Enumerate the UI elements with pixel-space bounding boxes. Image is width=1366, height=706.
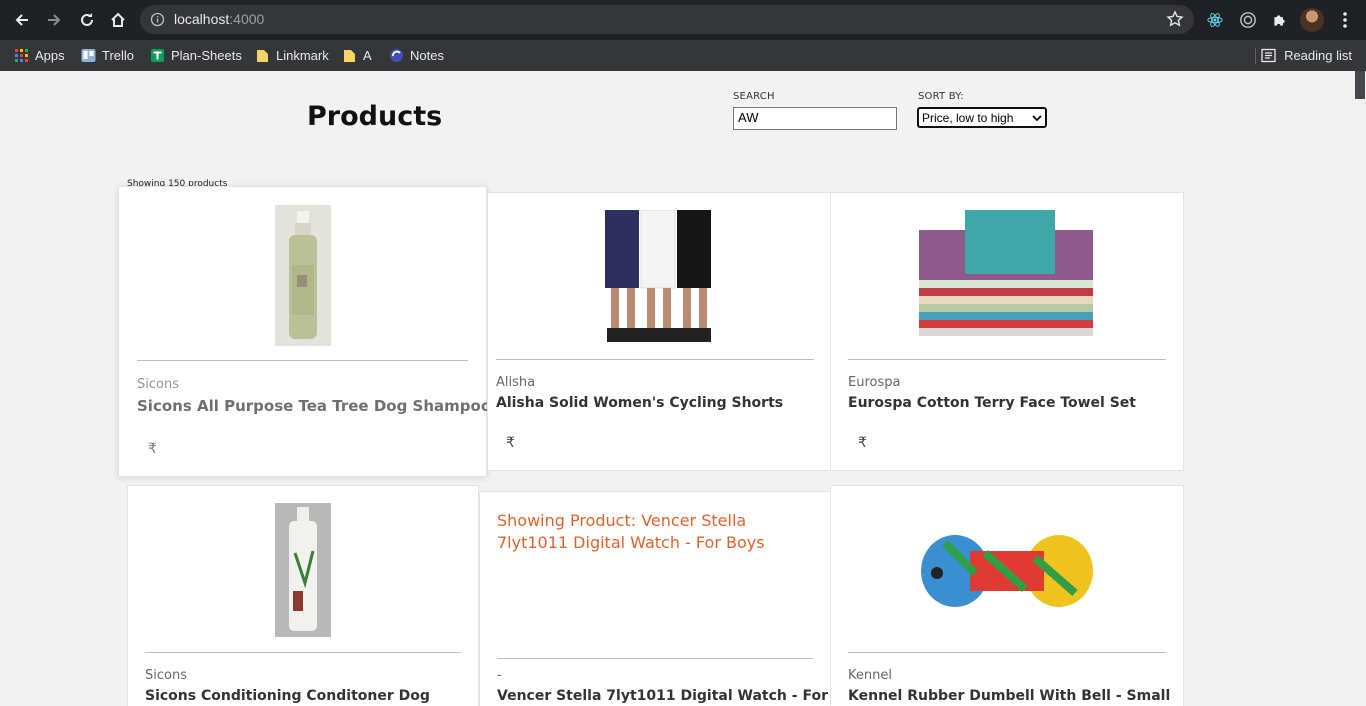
back-arrow-icon[interactable] xyxy=(10,8,34,32)
product-price: ₹ xyxy=(858,435,867,451)
react-devtools-icon[interactable] xyxy=(1205,10,1225,30)
broken-product-image[interactable]: Showing Product: Vencer Stella 7lyt1011 … xyxy=(497,510,817,554)
reading-list-label: Reading list xyxy=(1284,47,1352,63)
trello-icon xyxy=(81,48,96,62)
folder-icon xyxy=(257,49,268,62)
product-brand: Kennel xyxy=(848,668,892,683)
bookmark-label: Notes xyxy=(410,47,444,63)
bookmark-apps[interactable]: Apps xyxy=(14,45,65,65)
search-label: SEARCH xyxy=(733,91,775,102)
bookmark-label: Apps xyxy=(35,47,65,63)
product-name[interactable]: Vencer Stella 7lyt1011 Digital Watch - F… xyxy=(497,688,828,704)
product-price: ₹ xyxy=(148,441,157,457)
bookmark-plan-sheets[interactable]: Plan-Sheets xyxy=(150,45,242,65)
product-name[interactable]: Sicons All Purpose Tea Tree Dog Shampoo xyxy=(137,397,491,415)
card-divider xyxy=(848,359,1166,360)
menu-kebab-icon[interactable] xyxy=(1338,10,1352,30)
url-text: localhost:4000 xyxy=(174,11,265,27)
profile-avatar[interactable] xyxy=(1300,8,1324,32)
sheets-icon xyxy=(151,48,164,62)
apps-grid-icon xyxy=(15,48,28,62)
product-image[interactable] xyxy=(128,503,478,637)
product-name[interactable]: Alisha Solid Women's Cycling Shorts xyxy=(496,395,783,411)
bookmark-label: Plan-Sheets xyxy=(171,47,242,63)
product-brand: - xyxy=(497,668,502,683)
bookmarks-bar: Apps Trello Plan-Sheets Linkmark A Notes… xyxy=(0,40,1366,71)
bookmark-label: Trello xyxy=(102,47,135,63)
card-divider xyxy=(496,359,814,360)
product-image[interactable] xyxy=(119,205,486,346)
bookmark-divider xyxy=(1255,48,1256,64)
product-card[interactable]: Alisha Alisha Solid Women's Cycling Shor… xyxy=(487,192,831,471)
notes-icon xyxy=(390,48,403,62)
product-name[interactable]: Kennel Rubber Dumbell With Bell - Small xyxy=(848,688,1170,704)
product-card[interactable]: Sicons Sicons Conditioning Conditoner Do… xyxy=(127,485,479,706)
bookmark-notes[interactable]: Notes xyxy=(389,45,444,65)
reload-icon[interactable] xyxy=(75,8,99,32)
card-divider xyxy=(848,652,1166,653)
bookmark-star-icon[interactable] xyxy=(1166,10,1184,28)
bookmark-label: Linkmark xyxy=(276,47,329,63)
reading-list-icon xyxy=(1261,48,1276,62)
sort-label: SORT BY: xyxy=(918,91,964,102)
folder-icon xyxy=(344,49,355,62)
card-divider xyxy=(145,652,461,653)
card-divider xyxy=(137,360,468,361)
info-icon[interactable] xyxy=(150,12,165,27)
product-image[interactable] xyxy=(488,210,830,345)
page-title: Products xyxy=(307,101,443,132)
product-image[interactable] xyxy=(831,503,1183,637)
page-content: Products SEARCH AW SORT BY: Price, low t… xyxy=(0,71,1354,706)
product-card[interactable]: Kennel Kennel Rubber Dumbell With Bell -… xyxy=(830,485,1184,706)
bookmark-label: A xyxy=(363,47,372,63)
product-brand: Sicons xyxy=(145,668,187,683)
sort-selected-value: Price, low to high xyxy=(922,110,1014,125)
card-divider xyxy=(497,658,813,659)
product-card[interactable]: Showing Product: Vencer Stella 7lyt1011 … xyxy=(479,491,831,706)
product-image[interactable] xyxy=(831,210,1183,345)
home-icon[interactable] xyxy=(106,8,130,32)
page-scrollbar[interactable] xyxy=(1354,71,1366,706)
product-card[interactable]: Sicons Sicons All Purpose Tea Tree Dog S… xyxy=(118,186,491,477)
product-price: ₹ xyxy=(506,435,515,451)
puzzle-extensions-icon[interactable] xyxy=(1269,10,1289,30)
product-brand: Sicons xyxy=(137,377,179,392)
browser-toolbar: localhost:4000 xyxy=(0,0,1366,40)
forward-arrow-icon[interactable] xyxy=(42,8,66,32)
product-card[interactable]: Eurospa Eurospa Cotton Terry Face Towel … xyxy=(830,192,1184,471)
sort-select[interactable]: Price, low to high xyxy=(917,107,1047,128)
product-name[interactable]: Eurospa Cotton Terry Face Towel Set xyxy=(848,395,1136,411)
product-name[interactable]: Sicons Conditioning Conditoner Dog xyxy=(145,688,430,704)
bookmark-trello[interactable]: Trello xyxy=(81,45,134,65)
product-brand: Alisha xyxy=(496,375,536,390)
bookmark-linkmark[interactable]: Linkmark xyxy=(255,45,329,65)
search-input[interactable]: AW xyxy=(733,107,897,130)
address-bar[interactable]: localhost:4000 xyxy=(140,5,1194,34)
scrollbar-thumb[interactable] xyxy=(1355,71,1365,99)
product-brand: Eurospa xyxy=(848,375,901,390)
target-extension-icon[interactable] xyxy=(1238,10,1258,30)
bookmark-a[interactable]: A xyxy=(342,45,372,65)
reading-list-button[interactable]: Reading list xyxy=(1261,45,1352,65)
chevron-down-icon xyxy=(1032,114,1042,121)
